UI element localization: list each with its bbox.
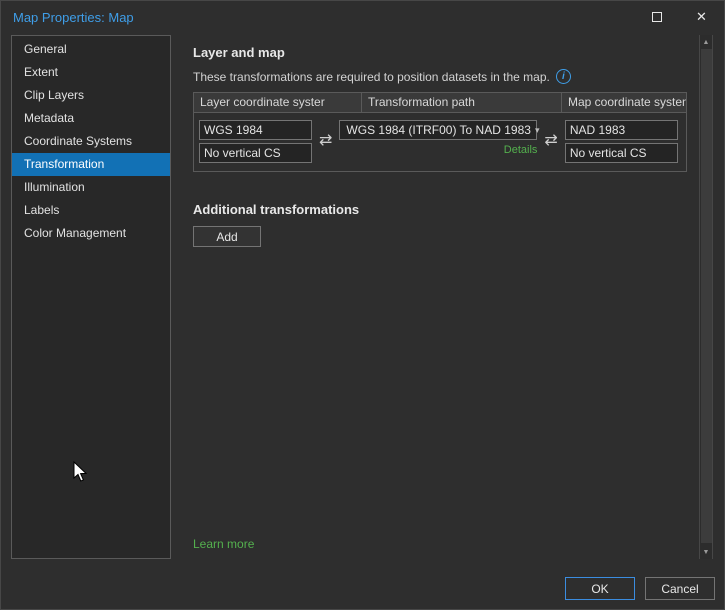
transformation-table: Layer coordinate syster Transformation p… <box>193 92 687 172</box>
sidebar-item-labels[interactable]: Labels <box>12 199 170 222</box>
cancel-button[interactable]: Cancel <box>645 577 715 600</box>
swap-arrows-icon: ⇄ <box>319 132 333 149</box>
window-controls: ✕ <box>634 1 724 33</box>
transformation-dropdown[interactable]: WGS 1984 (ITRF00) To NAD 1983 ▾ <box>339 120 540 140</box>
swap-arrows-icon: ⇄ <box>544 132 558 149</box>
info-icon[interactable]: i <box>555 69 571 84</box>
transformation-path-cell: WGS 1984 (ITRF00) To NAD 1983 ▾ Details <box>339 120 540 156</box>
table-header-row: Layer coordinate syster Transformation p… <box>194 93 686 113</box>
learn-more-link[interactable]: Learn more <box>193 537 254 551</box>
add-button[interactable]: Add <box>193 226 261 247</box>
scrollbar-thumb[interactable] <box>701 49 712 543</box>
layer-cs-field: WGS 1984 <box>199 120 312 140</box>
transformation-dropdown-value: WGS 1984 (ITRF00) To NAD 1983 <box>346 123 531 137</box>
sidebar-item-transformation[interactable]: Transformation <box>12 153 170 176</box>
titlebar: Map Properties: Map ✕ <box>1 1 724 33</box>
description-text: These transformations are required to po… <box>193 69 550 84</box>
chevron-down-icon: ▾ <box>534 124 540 135</box>
section-title-layer-and-map: Layer and map <box>193 45 285 60</box>
sidebar-item-coordinate-systems[interactable]: Coordinate Systems <box>12 130 170 153</box>
maximize-button[interactable] <box>634 1 679 33</box>
window-title: Map Properties: Map <box>13 9 134 25</box>
scroll-down-icon[interactable]: ▼ <box>700 545 712 559</box>
description-row: These transformations are required to po… <box>193 69 689 84</box>
main-panel: Layer and map These transformations are … <box>183 35 699 559</box>
ok-button[interactable]: OK <box>565 577 635 600</box>
sidebar-item-illumination[interactable]: Illumination <box>12 176 170 199</box>
map-vertical-cs-field: No vertical CS <box>564 143 678 163</box>
column-header-layer-coordinate-system: Layer coordinate syster <box>194 93 362 112</box>
vertical-scrollbar[interactable]: ▲ ▼ <box>699 35 713 559</box>
layer-coordinate-system-cell: WGS 1984 No vertical CS <box>199 120 312 163</box>
close-icon: ✕ <box>696 9 707 24</box>
details-link[interactable]: Details <box>339 144 538 156</box>
section-title-additional-transformations: Additional transformations <box>193 202 360 217</box>
map-cs-field: NAD 1983 <box>564 120 678 140</box>
sidebar-item-extent[interactable]: Extent <box>12 61 170 84</box>
layer-vertical-cs-field: No vertical CS <box>199 143 312 163</box>
close-button[interactable]: ✕ <box>679 1 724 33</box>
table-row: WGS 1984 No vertical CS ⇄ WGS 1984 (ITRF… <box>194 113 686 171</box>
column-header-map-coordinate-system: Map coordinate system <box>568 95 686 109</box>
maximize-icon <box>651 12 662 22</box>
sidebar-item-clip-layers[interactable]: Clip Layers <box>12 84 170 107</box>
map-coordinate-system-cell: NAD 1983 No vertical CS <box>564 120 678 163</box>
map-properties-dialog: Map Properties: Map ✕ General Extent Cli… <box>0 0 725 610</box>
sidebar-item-color-management[interactable]: Color Management <box>12 222 170 245</box>
sidebar: General Extent Clip Layers Metadata Coor… <box>11 35 171 559</box>
scroll-up-icon[interactable]: ▲ <box>700 35 712 49</box>
column-header-transformation-path: Transformation path <box>362 93 562 112</box>
sidebar-item-metadata[interactable]: Metadata <box>12 107 170 130</box>
sidebar-item-general[interactable]: General <box>12 38 170 61</box>
